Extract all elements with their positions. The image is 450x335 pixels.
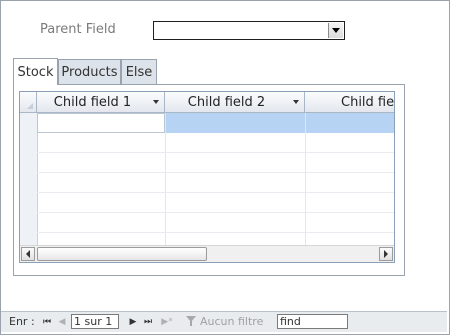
parent-field-label: Parent Field	[40, 22, 116, 37]
tab-else[interactable]: Else	[121, 59, 157, 84]
parent-field-combobox[interactable]	[153, 21, 345, 40]
funnel-icon	[186, 316, 197, 327]
next-record-icon[interactable]: ▶	[127, 315, 139, 328]
record-selector-column[interactable]	[20, 113, 38, 245]
selected-cell-child-field-2[interactable]	[166, 113, 305, 133]
select-all-corner[interactable]	[20, 92, 37, 113]
column-header-child-field-1[interactable]: Child field 1	[37, 92, 165, 113]
subform-datasheet[interactable]: Child field 1 Child field 2 Child fie	[19, 91, 395, 263]
table-row[interactable]	[37, 213, 394, 233]
tab-stock[interactable]: Stock	[13, 58, 58, 85]
selected-cell-child-field-3[interactable]	[306, 113, 394, 133]
column-header-label: Child fie	[341, 94, 395, 110]
previous-record-icon[interactable]: ◀	[56, 315, 68, 328]
horizontal-scrollbar[interactable]	[20, 245, 394, 262]
sort-arrow-icon[interactable]	[148, 100, 164, 104]
current-record-input[interactable]: 1 sur 1	[71, 314, 119, 329]
filter-toggle-button[interactable]: Aucun filtre	[186, 315, 263, 328]
search-input[interactable]: find	[277, 314, 348, 329]
tab-products[interactable]: Products	[58, 59, 121, 84]
scroll-left-icon[interactable]	[21, 247, 35, 261]
column-header-child-field-3[interactable]: Child fie	[305, 92, 395, 113]
last-record-icon[interactable]: ⏭	[142, 315, 154, 328]
scroll-right-icon[interactable]	[379, 247, 393, 261]
chevron-down-icon[interactable]	[328, 23, 343, 38]
table-row[interactable]	[37, 153, 394, 173]
active-cell-child-field-1[interactable]	[37, 113, 165, 133]
scrollbar-thumb[interactable]	[37, 247, 207, 261]
filter-label: Aucun filtre	[200, 315, 264, 328]
column-header-label: Child field 1	[53, 94, 132, 110]
record-navigation-bar: Enr : ⏮ ◀ 1 sur 1 ▶ ⏭ ▶* Aucun filtre fi…	[1, 311, 447, 332]
table-row[interactable]	[37, 193, 394, 213]
new-record-icon[interactable]: ▶*	[159, 315, 175, 328]
first-record-icon[interactable]: ⏮	[41, 315, 53, 328]
table-row[interactable]	[37, 133, 394, 153]
table-row[interactable]	[37, 173, 394, 193]
column-header-child-field-2[interactable]: Child field 2	[165, 92, 305, 113]
column-header-label: Child field 2	[187, 94, 266, 110]
record-label: Enr :	[9, 315, 35, 328]
sort-arrow-icon[interactable]	[288, 100, 304, 104]
